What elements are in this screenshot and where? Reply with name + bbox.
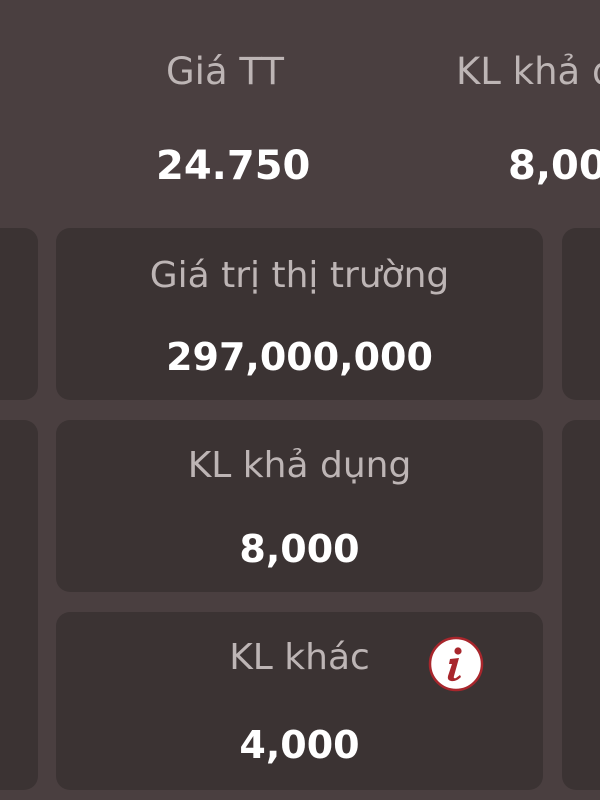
left-card-2: [0, 420, 38, 790]
right-card-1: [562, 228, 600, 400]
available-qty-header-value: 8,000: [508, 143, 600, 189]
summary-header: Giá TT 24.750 KL khả d 8,000: [0, 0, 600, 212]
right-card-2: [562, 420, 600, 790]
market-price-value: 24.750: [156, 143, 311, 189]
available-qty-header-label: KL khả d: [456, 50, 600, 93]
other-qty-card: KL khác 4,000: [56, 612, 543, 790]
market-value-label: Giá trị thị trường: [149, 255, 450, 296]
left-card-1: [0, 228, 38, 400]
info-icon[interactable]: [428, 636, 484, 692]
available-qty-label: KL khả dụng: [187, 445, 412, 486]
market-value-amount: 297,000,000: [166, 335, 433, 379]
available-qty-amount: 8,000: [239, 527, 360, 571]
portfolio-detail-screen: Giá TT 24.750 KL khả d 8,000 Giá trị thị…: [0, 0, 600, 800]
other-qty-amount: 4,000: [239, 723, 360, 767]
available-qty-card: KL khả dụng 8,000: [56, 420, 543, 592]
market-value-card: Giá trị thị trường 297,000,000: [56, 228, 543, 400]
market-price-label: Giá TT: [166, 50, 284, 93]
